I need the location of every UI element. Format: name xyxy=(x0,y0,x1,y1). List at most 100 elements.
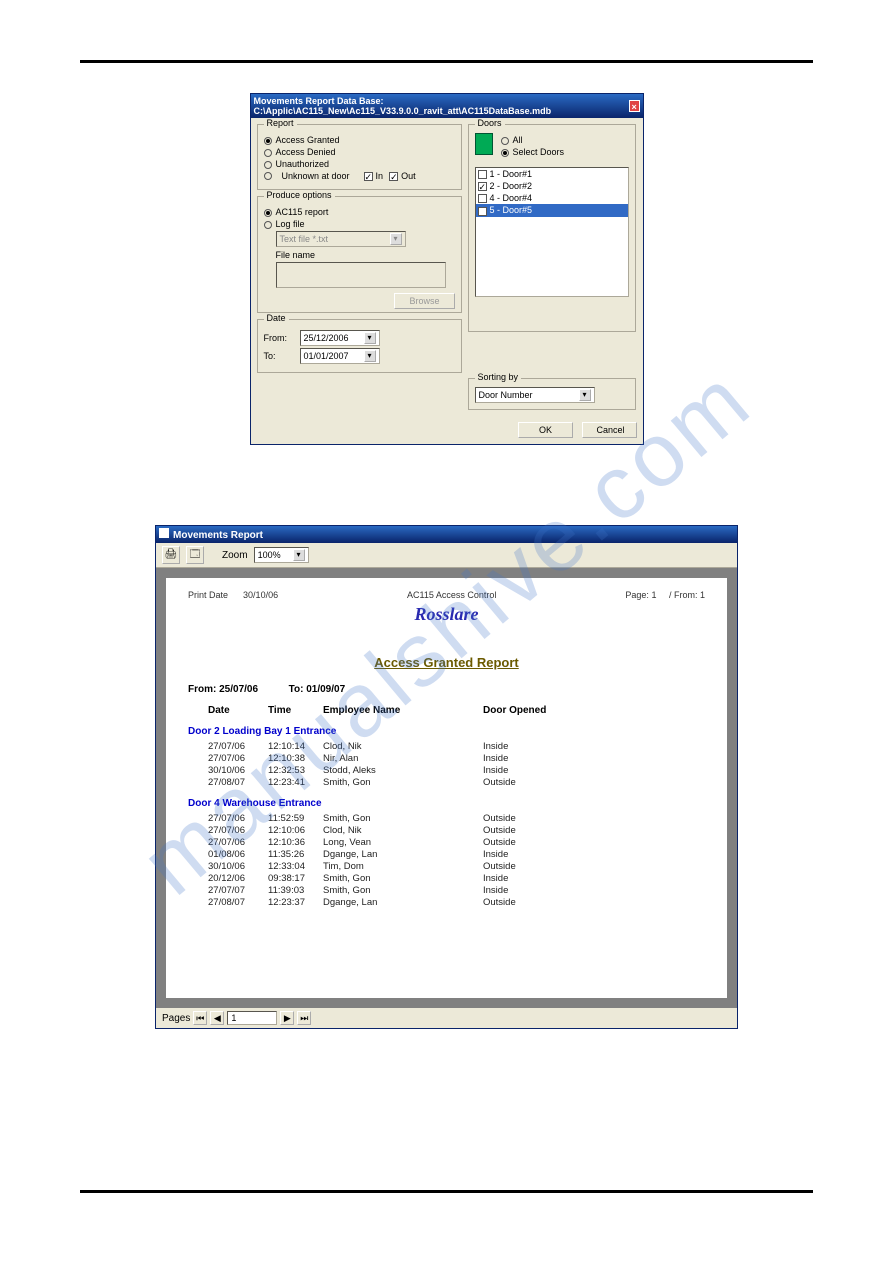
zoom-combo[interactable]: 100% ▾ xyxy=(254,547,309,563)
chevron-down-icon[interactable]: ▾ xyxy=(364,350,376,362)
date-to-value: 01/01/2007 xyxy=(304,351,349,361)
print-date-label: Print Date xyxy=(188,590,228,600)
page-label: Page: xyxy=(625,590,649,600)
range-to: 01/09/07 xyxy=(306,684,345,695)
table-row: 30/10/0612:32:53Stodd, AleksInside xyxy=(188,765,705,776)
col-emp: Employee Name xyxy=(323,705,483,716)
radio-access-granted[interactable] xyxy=(264,137,272,145)
col-time: Time xyxy=(268,705,323,716)
report-titlebar: Movements Report xyxy=(156,526,737,543)
date-from-label: From: xyxy=(264,333,294,343)
range-from: 25/07/06 xyxy=(219,684,258,695)
ok-button[interactable]: OK xyxy=(518,422,573,438)
from-num: 1 xyxy=(700,590,705,600)
table-row: 30/10/0612:33:04Tim, DomOutside xyxy=(188,861,705,872)
date-from-input[interactable]: 25/12/2006 ▾ xyxy=(300,330,380,346)
sorting-combo[interactable]: Door Number ▾ xyxy=(475,387,595,403)
table-row: 01/08/0611:35:26Dgange, LanInside xyxy=(188,849,705,860)
filename-input xyxy=(276,262,446,288)
movements-report-dialog: Movements Report Data Base: C:\Applic\AC… xyxy=(250,93,644,445)
table-row: 20/12/0609:38:17Smith, GonInside xyxy=(188,873,705,884)
door-icon xyxy=(475,133,493,155)
door-list-item[interactable]: 4 - Door#4 xyxy=(476,192,628,204)
col-open: Door Opened xyxy=(483,705,583,716)
chevron-down-icon: ▾ xyxy=(390,233,402,245)
radio-doors-select-label: Select Doors xyxy=(513,147,565,157)
file-type-combo: Text file *.txt▾ xyxy=(276,231,406,247)
door-checkbox[interactable] xyxy=(478,194,487,203)
pager-last-button[interactable]: ⏭ xyxy=(297,1011,311,1025)
door-checkbox[interactable]: ✓ xyxy=(478,182,487,191)
radio-log-file[interactable] xyxy=(264,221,272,229)
radio-ac115-report[interactable] xyxy=(264,209,272,217)
pager-label: Pages xyxy=(162,1013,190,1024)
sorting-group-label: Sorting by xyxy=(475,372,522,382)
brand-logo: Rosslare xyxy=(188,604,705,625)
radio-unauthorized[interactable] xyxy=(264,161,272,169)
table-row: 27/08/0712:23:37Dgange, LanOutside xyxy=(188,897,705,908)
produce-group: Produce options AC115 report Log file Te… xyxy=(257,196,462,313)
produce-group-label: Produce options xyxy=(264,190,335,200)
date-to-input[interactable]: 01/01/2007 ▾ xyxy=(300,348,380,364)
from-label: / From: xyxy=(669,590,698,600)
table-row: 27/07/0612:10:36Long, VeanOutside xyxy=(188,837,705,848)
table-row: 27/07/0612:10:38Nir, AlanInside xyxy=(188,753,705,764)
range-from-label: From: xyxy=(188,684,216,695)
report-subtitle: AC115 Access Control xyxy=(407,590,496,600)
table-row: 27/07/0711:39:03Smith, GonInside xyxy=(188,885,705,896)
report-window: Movements Report 🖨 🗔 Zoom 100% ▾ Print Da… xyxy=(155,525,738,1029)
checkbox-in-label: In xyxy=(376,171,384,181)
chevron-down-icon[interactable]: ▾ xyxy=(364,332,376,344)
door-list-item[interactable]: ✓2 - Door#2 xyxy=(476,180,628,192)
radio-log-label: Log file xyxy=(276,219,305,229)
pager-first-button[interactable]: ⏮ xyxy=(193,1011,207,1025)
filename-label: File name xyxy=(276,250,455,260)
date-group-label: Date xyxy=(264,313,289,323)
checkbox-out[interactable]: ✓ xyxy=(389,172,398,181)
report-group: Report Access Granted Access Denied Unau… xyxy=(257,124,462,190)
doors-group: Doors All Select Doors 1 - Door#1✓2 - Do… xyxy=(468,124,636,332)
doors-list[interactable]: 1 - Door#1✓2 - Door#24 - Door#4✓5 - Door… xyxy=(475,167,629,297)
radio-access-denied[interactable] xyxy=(264,149,272,157)
zoom-label: Zoom xyxy=(222,550,248,561)
close-icon[interactable]: × xyxy=(629,100,640,112)
radio-doors-select[interactable] xyxy=(501,149,509,157)
door-list-item[interactable]: ✓5 - Door#5 xyxy=(476,204,628,216)
pager: Pages ⏮ ◀ 1 ▶ ⏭ xyxy=(156,1008,737,1028)
report-toolbar: 🖨 🗔 Zoom 100% ▾ xyxy=(156,543,737,568)
setup-button[interactable]: 🗔 xyxy=(186,546,204,564)
report-group-label: Report xyxy=(264,118,297,128)
report-page: Print Date 30/10/06 AC115 Access Control… xyxy=(166,578,727,998)
dialog-titlebar: Movements Report Data Base: C:\Applic\AC… xyxy=(251,94,643,118)
document-icon xyxy=(159,528,169,538)
section-header: Door 2 Loading Bay 1 Entrance xyxy=(188,726,705,737)
door-checkbox[interactable]: ✓ xyxy=(478,207,487,216)
door-checkbox[interactable] xyxy=(478,170,487,179)
pager-prev-button[interactable]: ◀ xyxy=(210,1011,224,1025)
radio-doors-all-label: All xyxy=(513,135,523,145)
dialog-buttons: OK Cancel xyxy=(251,416,643,444)
radio-access-denied-label: Access Denied xyxy=(276,147,336,157)
browse-button: Browse xyxy=(394,293,454,309)
sorting-value: Door Number xyxy=(479,390,533,400)
radio-unknown[interactable] xyxy=(264,172,272,180)
radio-ac115-label: AC115 report xyxy=(276,207,329,217)
date-to-label: To: xyxy=(264,351,294,361)
doors-group-label: Doors xyxy=(475,118,505,128)
cancel-button[interactable]: Cancel xyxy=(582,422,637,438)
print-button[interactable]: 🖨 xyxy=(162,546,180,564)
pager-input[interactable]: 1 xyxy=(227,1011,277,1025)
radio-access-granted-label: Access Granted xyxy=(276,135,340,145)
date-from-value: 25/12/2006 xyxy=(304,333,349,343)
table-row: 27/07/0612:10:14Clod, NikInside xyxy=(188,741,705,752)
checkbox-out-label: Out xyxy=(401,171,416,181)
door-list-item[interactable]: 1 - Door#1 xyxy=(476,168,628,180)
chevron-down-icon[interactable]: ▾ xyxy=(579,389,591,401)
chevron-down-icon[interactable]: ▾ xyxy=(293,549,305,561)
pager-next-button[interactable]: ▶ xyxy=(280,1011,294,1025)
zoom-value: 100% xyxy=(258,550,281,560)
print-date: 30/10/06 xyxy=(243,590,278,600)
radio-doors-all[interactable] xyxy=(501,137,509,145)
checkbox-in[interactable]: ✓ xyxy=(364,172,373,181)
dialog-title: Movements Report Data Base: C:\Applic\AC… xyxy=(254,96,629,116)
